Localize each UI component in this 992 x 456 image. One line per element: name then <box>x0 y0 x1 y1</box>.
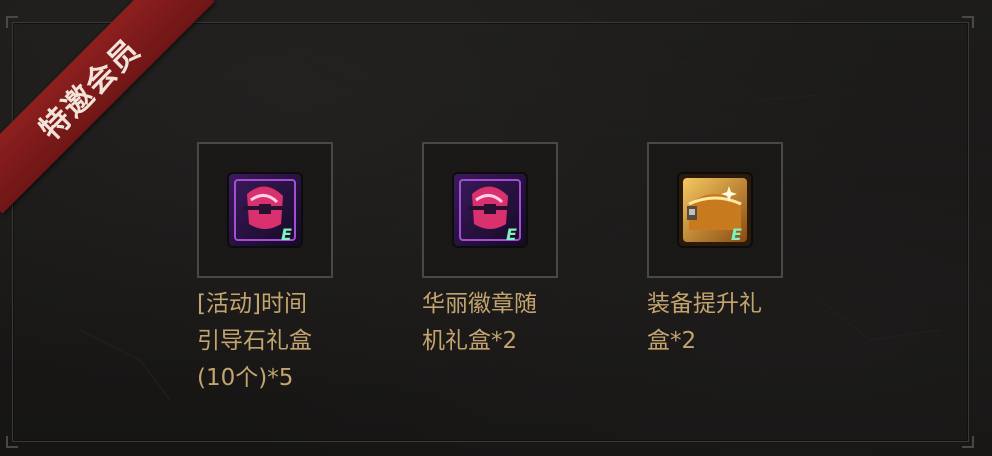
item-slot[interactable]: E <box>197 142 333 278</box>
vip-ribbon: 特邀会员 <box>0 0 215 214</box>
ribbon-label: 特邀会员 <box>32 31 149 148</box>
purple-gift-box-icon: E <box>454 174 526 246</box>
purple-gift-box-icon: E <box>229 174 301 246</box>
item-slot[interactable]: E <box>647 142 783 278</box>
ribbon-container: 特邀会员 <box>0 0 230 230</box>
svg-text:E: E <box>731 225 742 244</box>
item-name: 装备提升礼 盒*2 <box>647 291 762 354</box>
item-name: 华丽徽章随 机礼盒*2 <box>422 291 537 354</box>
item-name: [活动]时间 引导石礼盒 (10个)*5 <box>197 291 312 391</box>
reward-item[interactable]: E 装备提升礼 盒*2 <box>647 142 797 360</box>
svg-text:E: E <box>281 225 292 244</box>
item-slot[interactable]: E <box>422 142 558 278</box>
panel-corner <box>6 436 18 448</box>
reward-item[interactable]: E 华丽徽章随 机礼盒*2 <box>422 142 572 360</box>
gold-treasure-chest-icon: E <box>679 174 751 246</box>
svg-text:E: E <box>506 225 517 244</box>
panel-corner <box>962 436 974 448</box>
panel-corner <box>962 16 974 28</box>
reward-item[interactable]: E [活动]时间 引导石礼盒 (10个)*5 <box>197 142 347 397</box>
